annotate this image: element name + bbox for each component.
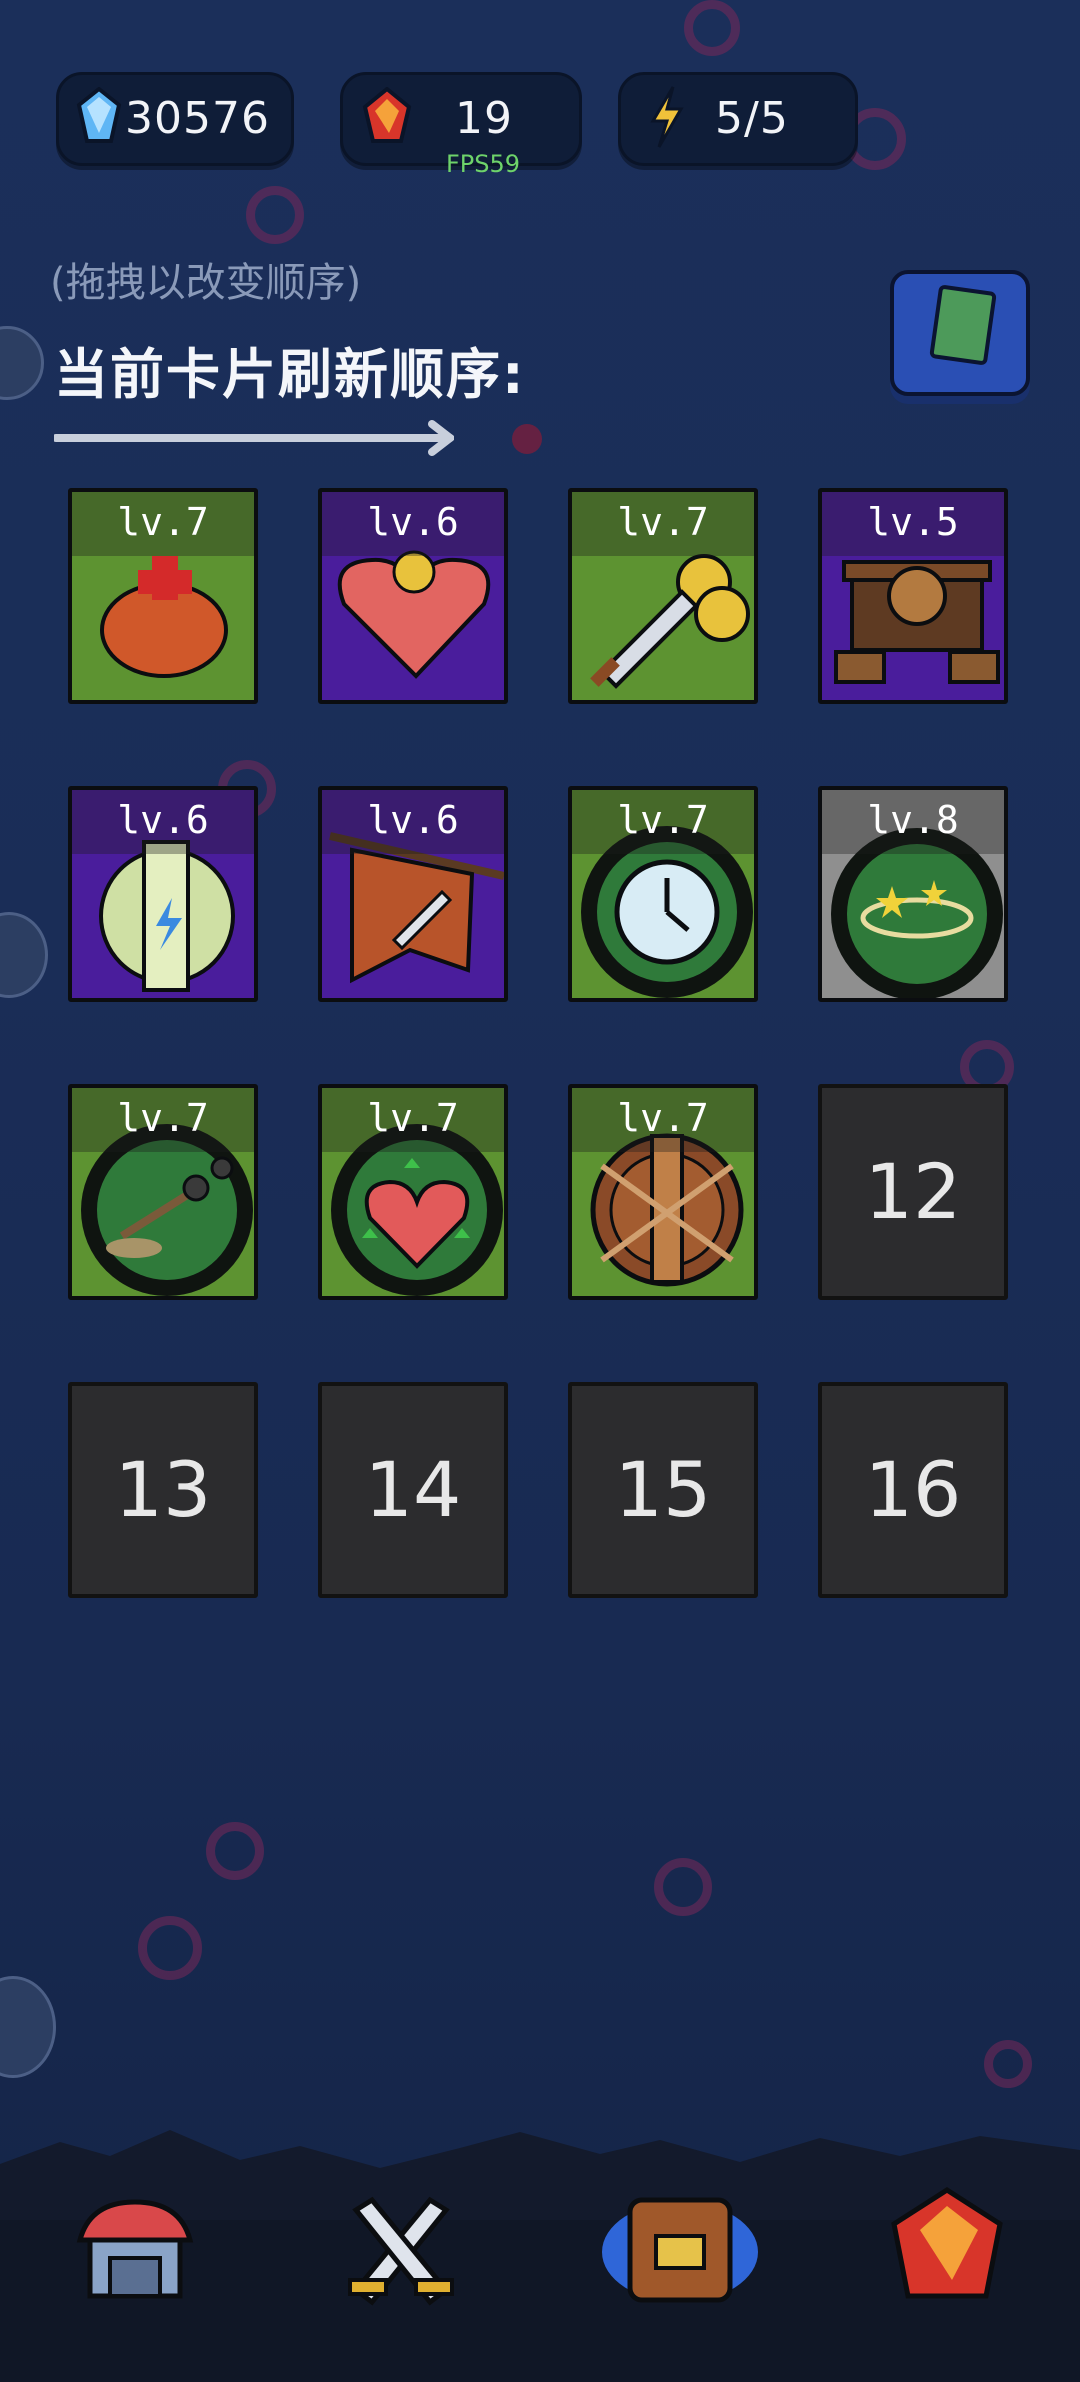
card-slot-2[interactable]: lv.6 xyxy=(318,488,508,704)
empty-slot-14[interactable]: 14 xyxy=(318,1382,508,1598)
nav-backpack[interactable] xyxy=(600,2180,760,2310)
ruby-count: 19 xyxy=(455,93,513,144)
gem-count: 30576 xyxy=(125,93,270,144)
card-level: lv.7 xyxy=(322,1088,504,1152)
card-level: lv.7 xyxy=(72,1088,254,1152)
slot-number: 14 xyxy=(364,1445,462,1534)
card-slot-11[interactable]: lv.7 xyxy=(568,1084,758,1300)
lightning-icon xyxy=(650,86,684,148)
card-level: lv.7 xyxy=(572,492,754,556)
bg-ring xyxy=(512,424,542,454)
card-slot-9[interactable]: lv.7 xyxy=(68,1084,258,1300)
card-slot-1[interactable]: lv.7 xyxy=(68,488,258,704)
page-title: 当前卡片刷新顺序: xyxy=(54,343,526,406)
card-level: lv.5 xyxy=(822,492,1004,556)
drag-hint-text: (拖拽以改变顺序) xyxy=(50,260,362,306)
empty-slot-16[interactable]: 16 xyxy=(818,1382,1008,1598)
bg-ring xyxy=(984,2040,1032,2088)
gem-counter[interactable]: 30576 xyxy=(56,72,294,166)
shop-icon xyxy=(76,2199,194,2299)
card-slot-4[interactable]: lv.5 xyxy=(818,488,1008,704)
bg-ring xyxy=(684,0,740,56)
fps-counter: FPS59 xyxy=(446,150,521,178)
battle-swords-icon xyxy=(348,2196,454,2306)
bg-ring xyxy=(246,186,304,244)
red-ruby-icon xyxy=(362,87,412,143)
card-level: lv.7 xyxy=(72,492,254,556)
card-level: lv.8 xyxy=(822,790,1004,854)
card-level: lv.6 xyxy=(322,492,504,556)
card-slot-6[interactable]: lv.6 xyxy=(318,786,508,1002)
card-slot-8[interactable]: lv.8 xyxy=(818,786,1008,1002)
card-slot-10[interactable]: lv.7 xyxy=(318,1084,508,1300)
card-slot-7[interactable]: lv.7 xyxy=(568,786,758,1002)
empty-slot-15[interactable]: 15 xyxy=(568,1382,758,1598)
bg-ring xyxy=(654,1858,712,1916)
knight-avatar[interactable] xyxy=(0,1976,56,2078)
card-level: lv.6 xyxy=(322,790,504,854)
ruby-crystal-icon xyxy=(891,2187,1003,2299)
card-slot-3[interactable]: lv.7 xyxy=(568,488,758,704)
backpack-icon xyxy=(602,2197,758,2303)
side-level-button[interactable] xyxy=(0,326,44,400)
bg-ring xyxy=(206,1822,264,1880)
card-level: lv.7 xyxy=(572,790,754,854)
empty-slot-12[interactable]: 12 xyxy=(818,1084,1008,1300)
slot-number: 13 xyxy=(114,1445,212,1534)
slot-number: 15 xyxy=(614,1445,712,1534)
energy-counter[interactable]: 5/5 xyxy=(618,72,858,166)
energy-count: 5/5 xyxy=(715,93,789,144)
card-level: lv.7 xyxy=(572,1088,754,1152)
card-level: lv.6 xyxy=(72,790,254,854)
bg-ring xyxy=(138,1916,202,1980)
nav-crystals[interactable] xyxy=(882,2180,1012,2310)
slot-number: 12 xyxy=(864,1147,962,1236)
order-arrow-icon xyxy=(54,420,454,456)
nav-shop[interactable] xyxy=(70,2180,200,2310)
empty-slot-13[interactable]: 13 xyxy=(68,1382,258,1598)
deck-card-icon xyxy=(929,284,997,366)
card-slot-5[interactable]: lv.6 xyxy=(68,786,258,1002)
settings-gear-icon[interactable] xyxy=(0,912,48,998)
slot-number: 16 xyxy=(864,1445,962,1534)
blue-gem-icon xyxy=(76,87,122,143)
card-deck-button[interactable] xyxy=(890,270,1030,396)
nav-battle[interactable] xyxy=(336,2180,466,2310)
